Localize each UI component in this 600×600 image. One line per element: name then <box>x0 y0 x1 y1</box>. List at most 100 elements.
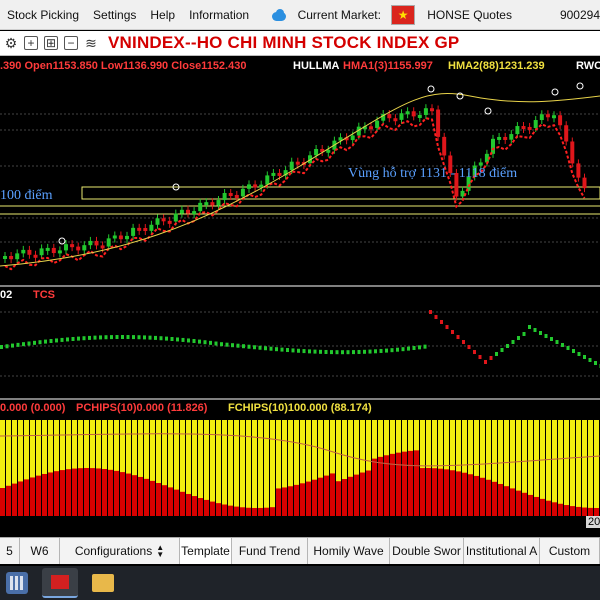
price-candle <box>430 108 434 112</box>
fchips-bar <box>564 420 569 516</box>
stock-app-icon[interactable] <box>42 568 78 598</box>
price-candle <box>216 200 221 206</box>
spinner-icon[interactable]: ▲ ▼ <box>156 544 164 559</box>
pchips-bar <box>54 471 59 516</box>
pchips-bar <box>336 481 341 516</box>
oscillator-dot <box>528 325 531 329</box>
pchips-bar <box>294 484 299 516</box>
account-number: 900294 <box>559 7 600 22</box>
tab-double-sword[interactable]: Double Swor <box>390 538 464 564</box>
fchips-bar <box>570 420 575 516</box>
pchips-bar <box>90 468 95 516</box>
pchips-bar <box>414 450 419 516</box>
price-candle <box>515 126 520 135</box>
oscillator-dot <box>11 343 14 348</box>
price-candle <box>436 109 441 137</box>
fchips-readout: FCHIPS(10)100.000 (88.174) <box>228 402 372 414</box>
pchips-bar <box>6 485 11 516</box>
add-window-icon[interactable]: ⊞ <box>44 36 58 50</box>
tab-w6[interactable]: W6 <box>20 538 60 564</box>
market-name[interactable]: HONSE Quotes <box>427 8 512 22</box>
pchips-bar <box>366 470 371 516</box>
chart-toolbar: ⚙ + ⊞ − ≋ VNINDEX--HO CHI MINH STOCK IND… <box>0 31 600 56</box>
price-candle <box>240 188 245 197</box>
pchips-bar <box>216 503 221 516</box>
oscillator-dot <box>555 340 559 344</box>
vietnam-flag-icon[interactable]: ★ <box>390 4 416 25</box>
oscillator-dot <box>209 340 212 345</box>
price-candle <box>125 235 129 240</box>
pchips-bar <box>270 507 275 516</box>
chart-area[interactable]: .390 Open1153.850 Low1136.990 Close1152.… <box>0 56 600 534</box>
price-candle <box>88 240 93 246</box>
pchips-bar <box>192 496 197 516</box>
pchips-bar <box>510 488 515 516</box>
layers-icon[interactable]: ≋ <box>84 36 98 50</box>
tab-configurations[interactable]: Configurations ▲ ▼ <box>60 538 180 564</box>
oscillator-dot <box>77 336 80 341</box>
price-candle <box>295 161 300 165</box>
pchips-bar <box>468 474 473 516</box>
pchips-bar <box>348 476 353 516</box>
pchips-bar <box>120 472 125 516</box>
oscillator-dot <box>82 336 86 341</box>
gear-icon[interactable]: ⚙ <box>4 36 18 50</box>
oscillator-dot <box>115 335 119 340</box>
oscillator-dot <box>38 340 42 345</box>
price-candle <box>558 115 563 126</box>
tab-custom[interactable]: Custom <box>540 538 600 564</box>
pchips-bar <box>36 475 41 516</box>
oscillator-dot <box>335 350 339 355</box>
date-corner-tag: 20 <box>586 516 600 528</box>
tab-5[interactable]: 5 <box>0 538 20 564</box>
pchips-bar <box>72 468 77 516</box>
pchips-bar <box>252 507 257 516</box>
remove-icon[interactable]: − <box>64 36 78 50</box>
price-candle <box>399 113 404 120</box>
pchips-bar <box>456 471 461 516</box>
signal-marker <box>576 82 584 90</box>
hma1-line <box>4 117 586 271</box>
tab-homily-wave[interactable]: Homily Wave <box>308 538 390 564</box>
menu-stock-picking[interactable]: Stock Picking <box>0 8 86 22</box>
pchips-bar <box>570 506 575 516</box>
cloud-icon[interactable] <box>270 8 287 21</box>
price-candle <box>39 248 44 256</box>
panel3-readout-1: 0.000 (0.000) <box>0 402 66 414</box>
pchips-bar <box>402 451 407 516</box>
pchips-bar <box>102 469 107 516</box>
template-tab-bar: 5 W6 Configurations ▲ ▼ Template Fund Tre… <box>0 537 600 564</box>
menu-information[interactable]: Information <box>182 8 256 22</box>
add-icon[interactable]: + <box>24 36 38 50</box>
oscillator-dot <box>594 361 597 365</box>
oscillator-dot <box>121 335 124 339</box>
pchips-bar <box>108 469 113 516</box>
oscillator-dot <box>297 348 300 353</box>
oscillator-dot <box>253 345 256 350</box>
oscillator-dot <box>264 346 267 351</box>
pchips-bar <box>546 500 551 516</box>
tab-label: W6 <box>30 544 49 558</box>
oscillator-dot <box>506 344 509 348</box>
menu-settings[interactable]: Settings <box>86 8 143 22</box>
calculator-icon[interactable] <box>6 572 28 594</box>
price-candle <box>527 126 532 130</box>
pchips-bar <box>540 498 545 516</box>
oscillator-dot <box>500 348 504 352</box>
tab-template[interactable]: Template <box>180 538 232 564</box>
price-candle <box>369 126 373 130</box>
oscillator-dot <box>451 330 454 334</box>
tab-institutional[interactable]: Institutional A <box>464 538 540 564</box>
folder-icon[interactable] <box>92 574 114 592</box>
price-candle <box>582 177 587 189</box>
oscillator-dot <box>280 347 284 352</box>
pchips-bar <box>384 455 389 516</box>
price-candle <box>271 172 276 176</box>
chart-canvas[interactable] <box>0 56 600 534</box>
pchips-bar <box>138 476 143 516</box>
pchips-bar <box>24 479 29 516</box>
price-candle <box>149 224 154 231</box>
tab-fund-trend[interactable]: Fund Trend <box>232 538 308 564</box>
oscillator-dot <box>154 335 157 340</box>
menu-help[interactable]: Help <box>143 8 182 22</box>
